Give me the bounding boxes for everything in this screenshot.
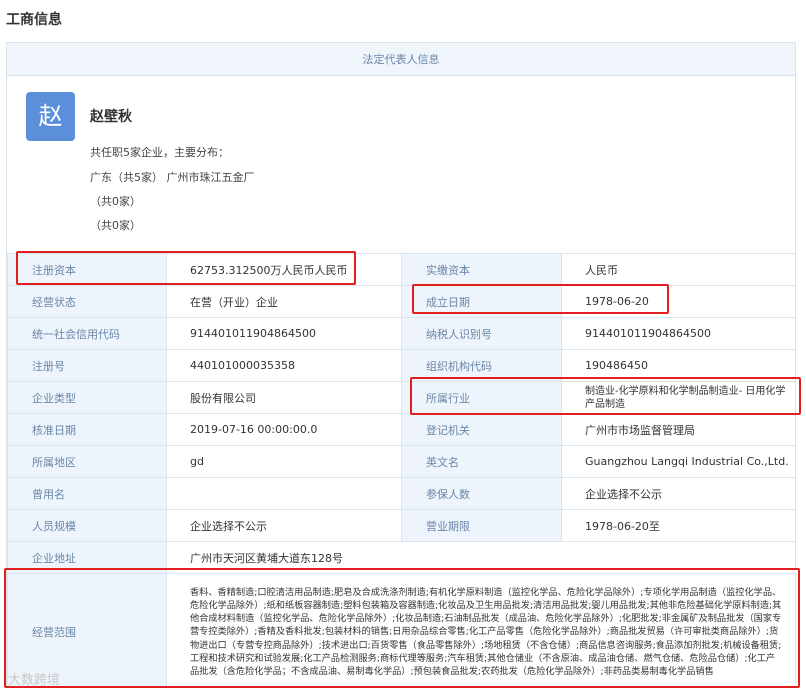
company-type-value: 股份有限公司 [166,381,402,414]
region-label: 所属地区 [7,445,167,478]
former-name-label: 曾用名 [7,477,167,510]
taxpayer-id-label: 纳税人识别号 [401,317,562,350]
found-date-label: 成立日期 [401,285,562,318]
authority-value: 广州市市场监督管理局 [561,413,795,446]
table-row: 企业地址 广州市天河区黄埔大道东128号 [7,541,795,574]
insured-value: 企业选择不公示 [561,477,795,510]
reg-capital-label: 注册资本 [7,253,167,286]
industry-value: 制造业-化学原料和化学制品制造业- 日用化学产品制造 [561,381,795,414]
term-value: 1978-06-20至 [561,509,795,542]
staff-size-label: 人员规模 [7,509,167,542]
table-row: 曾用名 参保人数 企业选择不公示 [7,477,795,510]
insured-label: 参保人数 [401,477,562,510]
table-row: 经营范围 香料、香精制造;口腔清洁用品制造;肥皂及合成洗涤剂制造;有机化学原料制… [7,573,795,686]
table-row: 经营状态 在营（开业）企业 成立日期 1978-06-20 [7,285,795,318]
legal-rep-region-line: （共0家） [90,195,141,208]
credit-code-label: 统一社会信用代码 [7,317,167,350]
scope-cell: 香料、香精制造;口腔清洁用品制造;肥皂及合成洗涤剂制造;有机化学原料制造（监控化… [166,573,795,686]
approve-date-label: 核准日期 [7,413,167,446]
legal-rep-region-line[interactable]: 广东（共5家） 广州市珠江五金厂 [90,169,255,185]
table-row: 所属地区 gd 英文名 Guangzhou Langqi Industrial … [7,445,795,478]
credit-code-value: 914401011904864500 [166,317,402,350]
table-row: 注册号 440101000035358 组织机构代码 190486450 [7,349,795,382]
business-info-table: 注册资本 62753.312500万人民币人民币 实缴资本 人民币 经营状态 在… [7,253,795,686]
status-label: 经营状态 [7,285,167,318]
scope-value: 香料、香精制造;口腔清洁用品制造;肥皂及合成洗涤剂制造;有机化学原料制造（监控化… [190,586,782,677]
authority-label: 登记机关 [401,413,562,446]
address-value: 广州市天河区黄埔大道东128号 [166,541,795,574]
reg-capital-value: 62753.312500万人民币人民币 [166,253,402,286]
reg-no-value: 440101000035358 [166,349,402,382]
legal-representative-section: 赵 赵壁秋 共任职5家企业，主要分布： 广东（共5家） 广州市珠江五金厂 （共0… [7,76,795,251]
staff-size-value: 企业选择不公示 [166,509,402,542]
legal-rep-header: 法定代表人信息 [7,43,795,76]
watermark: 大数跨境 [8,673,61,688]
reg-no-label: 注册号 [7,349,167,382]
term-label: 营业期限 [401,509,562,542]
table-row: 人员规模 企业选择不公示 营业期限 1978-06-20至 [7,509,795,542]
legal-rep-summary: 共任职5家企业，主要分布： [90,146,229,159]
company-type-label: 企业类型 [7,381,167,414]
table-row: 企业类型 股份有限公司 所属行业 制造业-化学原料和化学制品制造业- 日用化学产… [7,381,795,414]
english-name-value: Guangzhou Langqi Industrial Co.,Ltd. [561,445,795,478]
status-value: 在营（开业）企业 [166,285,402,318]
legal-rep-region-line: （共0家） [90,219,141,232]
avatar: 赵 [26,92,75,141]
english-name-label: 英文名 [401,445,562,478]
industry-label: 所属行业 [401,381,562,414]
table-row: 核准日期 2019-07-16 00:00:00.0 登记机关 广州市市场监督管… [7,413,795,446]
paid-capital-label: 实缴资本 [401,253,562,286]
page-title: 工商信息 [6,12,62,28]
table-row: 统一社会信用代码 914401011904864500 纳税人识别号 91440… [7,317,795,350]
approve-date-value: 2019-07-16 00:00:00.0 [166,413,402,446]
table-row: 注册资本 62753.312500万人民币人民币 实缴资本 人民币 [7,253,795,286]
former-name-value [166,477,402,510]
business-info-card: 法定代表人信息 赵 赵壁秋 共任职5家企业，主要分布： 广东（共5家） 广州市珠… [6,42,796,687]
taxpayer-id-value: 914401011904864500 [561,317,795,350]
org-code-value: 190486450 [561,349,795,382]
address-label: 企业地址 [7,541,167,574]
org-code-label: 组织机构代码 [401,349,562,382]
found-date-value: 1978-06-20 [561,285,795,318]
paid-capital-value: 人民币 [561,253,795,286]
legal-rep-name[interactable]: 赵壁秋 [90,106,132,126]
region-value: gd [166,445,402,478]
